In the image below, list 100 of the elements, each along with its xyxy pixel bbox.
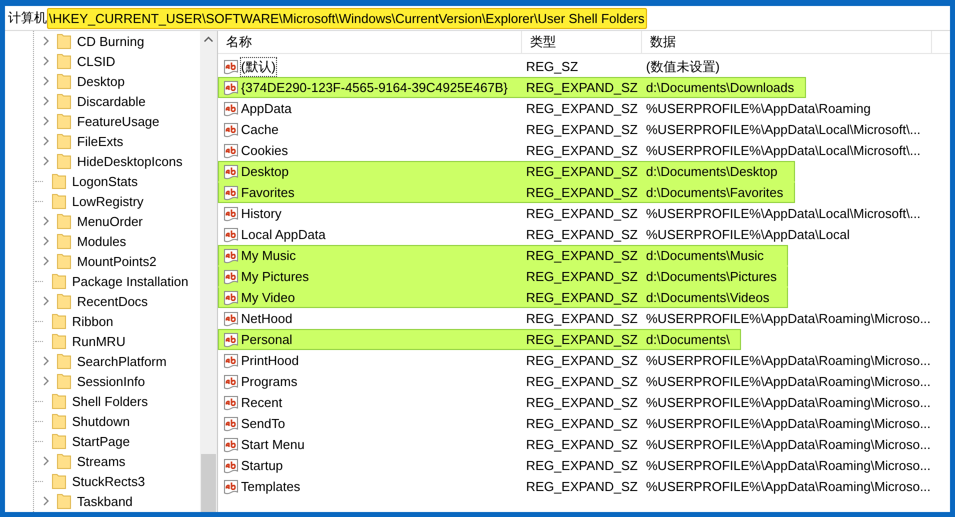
document-icon [223,352,239,368]
tree-item[interactable]: Streams [77,454,126,468]
value-name[interactable]: Programs [241,374,298,389]
document-icon [223,248,239,264]
value-name[interactable]: (默认) [241,58,276,76]
tree-item[interactable]: Ribbon [72,314,114,328]
tree-item[interactable]: RecentDocs [77,294,148,308]
table-cell-text: REG_EXPAND_SZ [525,122,639,137]
value-name[interactable]: {374DE290-123F-4565-9164-39C4925E467B} [241,80,508,95]
table-cell-text: d:\Documents\Desktop [645,164,778,179]
table-cell-text: %USERPROFILE%\AppData\Roaming\Microso... [645,353,931,368]
tree-item[interactable]: Taskband [77,494,133,508]
tree-item[interactable]: CLSID [77,54,116,68]
tree-item[interactable]: StartPage [72,434,130,448]
folder-icon [57,373,71,389]
tree-item[interactable]: MountPoints2 [77,254,156,268]
value-name[interactable]: Templates [241,479,300,494]
table-cell-text: %USERPROFILE%\AppData\Roaming\Microso... [645,311,931,326]
folder-icon [52,173,66,189]
tree-item[interactable]: MenuOrder [77,214,143,228]
value-name[interactable]: Desktop [241,164,289,179]
document-icon [223,332,239,348]
table-cell-text: REG_EXPAND_SZ [525,269,639,284]
folder-icon [57,293,71,309]
column-header[interactable]: 类型 [522,31,642,53]
table-cell-text: %USERPROFILE%\AppData\Roaming\Microso... [645,374,931,389]
document-icon [223,478,239,494]
column-header[interactable]: 数据 [642,31,932,53]
folder-icon [57,453,71,469]
table-cell-text: %USERPROFILE%\AppData\Local [645,227,850,242]
folder-icon [57,53,71,69]
tree-item[interactable]: Modules [77,234,126,248]
document-icon [223,206,239,222]
table-cell-text: REG_EXPAND_SZ [525,101,639,116]
table-cell-text: REG_SZ [525,59,580,74]
tree-item[interactable]: SessionInfo [77,374,145,388]
address-path[interactable]: \HKEY_CURRENT_USER\SOFTWARE\Microsoft\Windows\CurrentVersion\Explorer\User Shell Folders [47,8,647,28]
table-cell-text: REG_EXPAND_SZ [525,416,639,431]
folder-icon [52,413,66,429]
table-cell-text: REG_EXPAND_SZ [525,185,639,200]
table-cell-text: %USERPROFILE%\AppData\Roaming\Microso... [645,437,931,452]
value-name[interactable]: Local AppData [241,227,326,242]
tree-item[interactable]: Discardable [77,94,146,108]
document-icon [223,184,239,200]
value-name[interactable]: Cookies [241,143,288,158]
value-name[interactable]: History [241,206,282,221]
document-icon [223,374,239,390]
document-icon [223,268,239,284]
tree-item[interactable]: Shell Folders [72,394,148,408]
address-bar[interactable]: 计算机\HKEY_CURRENT_USER\SOFTWARE\Microsoft\Windows\CurrentVersion\Explorer\User Shell Folders [5,6,950,31]
tree-item[interactable]: HideDesktopIcons [77,154,182,168]
value-name[interactable]: Recent [241,395,282,410]
document-icon [223,436,239,452]
document-icon [223,100,239,116]
tree-item[interactable]: SearchPlatform [77,354,167,368]
value-name[interactable]: PrintHood [241,353,299,368]
value-name[interactable]: SendTo [241,416,286,431]
tree-item[interactable]: StuckRects3 [72,474,145,488]
document-icon [223,80,239,96]
table-cell-text: d:\Documents\Music [645,248,764,263]
value-name[interactable]: Startup [241,458,283,473]
folder-icon [57,353,71,369]
value-name[interactable]: Personal [241,332,292,347]
tree-item[interactable]: Package Installation [72,274,188,288]
table-cell-text: REG_EXPAND_SZ [525,143,639,158]
tree-item[interactable]: FeatureUsage [77,114,160,128]
table-cell-text: REG_EXPAND_SZ [525,164,639,179]
tree-item[interactable]: Desktop [77,74,125,88]
value-name[interactable]: Favorites [241,185,294,200]
table-cell-text: REG_EXPAND_SZ [525,395,639,410]
tree-item[interactable]: LowRegistry [72,194,144,208]
table-cell-text: REG_EXPAND_SZ [525,332,639,347]
table-cell-text: REG_EXPAND_SZ [525,311,639,326]
tree-item[interactable]: Shutdown [72,414,130,428]
document-icon [223,310,239,326]
value-name[interactable]: My Music [241,248,296,263]
tree-item[interactable]: CD Burning [77,34,144,48]
value-name[interactable]: NetHood [241,311,292,326]
folder-icon [57,93,71,109]
column-header[interactable]: 名称 [218,31,522,53]
folder-icon [52,393,66,409]
value-name[interactable]: My Pictures [241,269,309,284]
tree-item[interactable]: LogonStats [72,174,138,188]
tree-item[interactable]: FileExts [77,134,124,148]
table-cell-text: REG_EXPAND_SZ [525,479,639,494]
value-name[interactable]: My Video [241,290,295,305]
table-cell-text: d:\Documents\Downloads [645,80,794,95]
value-name[interactable]: Start Menu [241,437,305,452]
folder-icon [57,253,71,269]
tree-item[interactable]: RunMRU [72,334,126,348]
value-name[interactable]: AppData [241,101,292,116]
table-cell-text: %USERPROFILE%\AppData\Roaming\Microso... [645,395,931,410]
folder-icon [57,73,71,89]
value-name[interactable]: Cache [241,122,279,137]
scroll-thumb[interactable] [201,454,216,512]
table-cell-text: (数值未设置) [645,58,720,76]
table-cell-text: %USERPROFILE%\AppData\Roaming\Microso... [645,416,931,431]
scrollbar[interactable] [200,31,217,512]
folder-icon [52,333,66,349]
document-icon [223,122,239,138]
